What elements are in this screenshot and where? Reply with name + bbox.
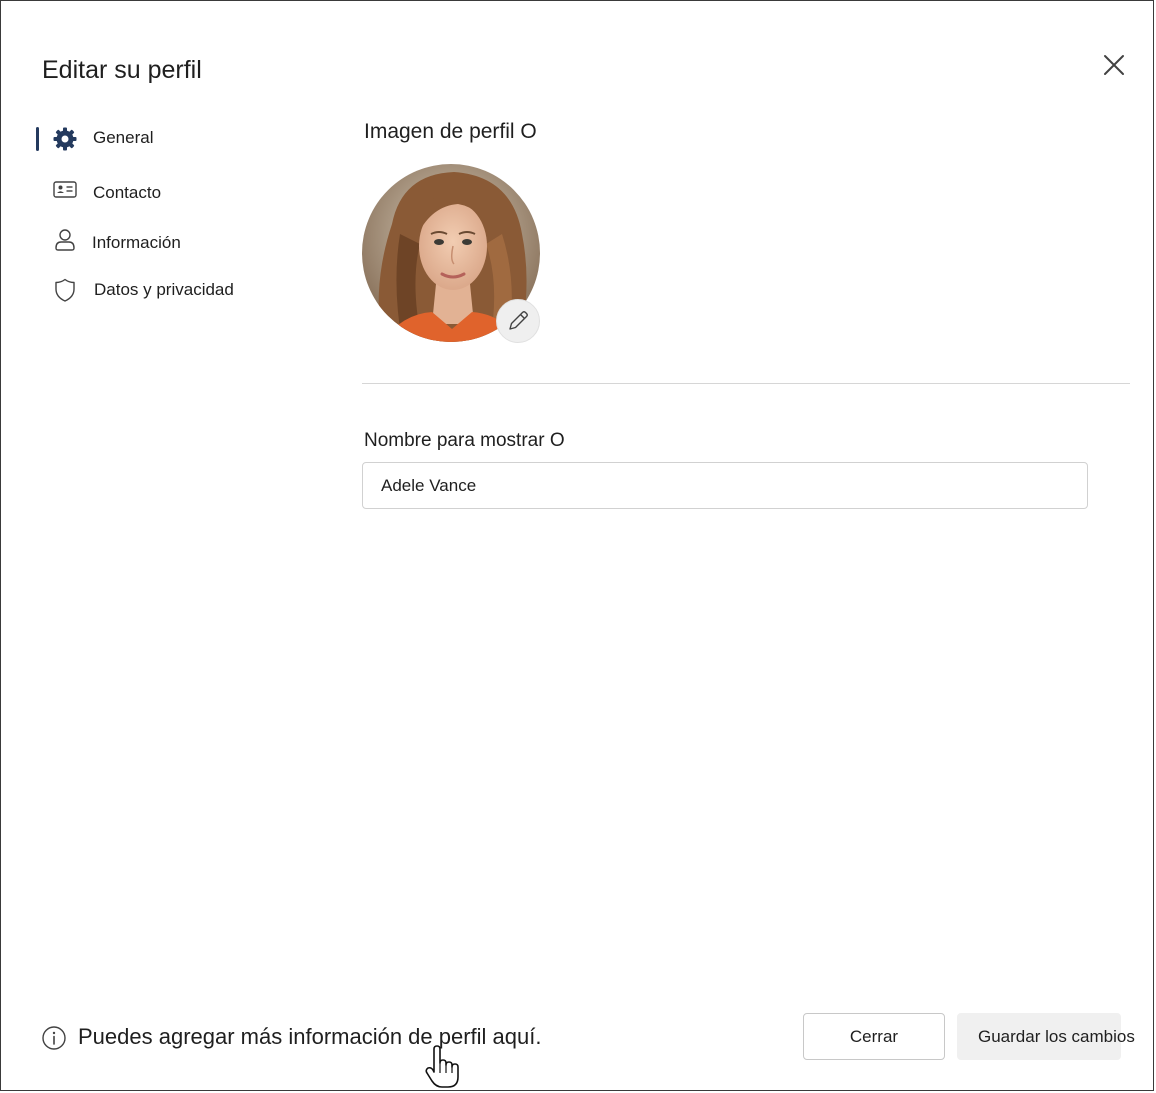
shield-icon [52, 277, 78, 303]
section-divider [362, 383, 1130, 384]
display-name-title: Nombre para mostrar O [364, 430, 565, 451]
cancel-button[interactable]: Cerrar [803, 1013, 945, 1060]
edit-photo-button[interactable] [496, 299, 540, 343]
info-icon [42, 1026, 66, 1050]
edit-profile-dialog: Editar su perfil General Contacto Inform… [0, 0, 1154, 1091]
hand-cursor-icon [425, 1045, 459, 1088]
close-button[interactable] [1100, 51, 1128, 79]
save-button[interactable]: Guardar los cambios [957, 1013, 1135, 1060]
info-message: Puedes agregar más información de perfil… [78, 1024, 542, 1049]
contact-card-icon [52, 177, 78, 203]
active-indicator [36, 127, 39, 151]
profile-picture-title: Imagen de perfil O [364, 120, 537, 143]
sidebar-item-label: General [93, 128, 154, 147]
dialog-title: Editar su perfil [42, 56, 202, 84]
display-name-input[interactable] [362, 462, 1088, 509]
sidebar-item-label: Datos y privacidad [94, 280, 234, 299]
close-icon [1104, 55, 1124, 75]
person-icon [52, 227, 78, 253]
pencil-icon [509, 311, 528, 330]
sidebar-item-label: Contacto [93, 183, 162, 202]
sidebar-item-label: Información [92, 233, 181, 252]
gear-icon [52, 126, 78, 152]
